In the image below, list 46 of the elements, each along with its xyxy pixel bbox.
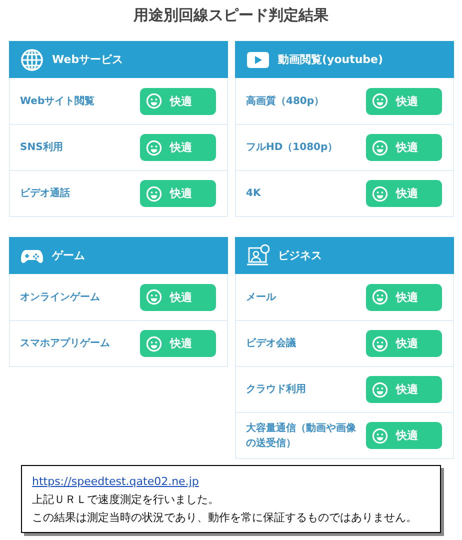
category-title: 動画閲覧(youtube) [278,52,384,67]
result-badge: 快適 [140,330,216,357]
category-title: ゲーム [52,248,85,263]
usage-label: ビデオ会議 [246,336,297,351]
notice-text: 上記ＵＲＬで速度測定を行いました。 [32,492,220,508]
result-badge: 快適 [366,180,442,207]
smiley-icon [372,186,388,202]
result-badge: 快適 [140,134,216,161]
smiley-icon [372,336,388,352]
result-badge: 快適 [366,134,442,161]
result-badge: 快適 [366,376,442,403]
result-badge: 快適 [366,284,442,310]
page-title: 用途別回線スピード判定結果 [132,5,330,26]
usage-label: 4K [246,187,262,201]
smiley-icon [372,382,388,398]
category-title: Webサービス [52,52,124,67]
smiley-icon [146,140,162,156]
result-badge: 快適 [366,422,442,449]
notice-text: この結果は測定当時の状況であり、動作を常に保証するものではありません。 [32,510,418,526]
usage-label: 高画質（480p） [246,94,326,108]
result-badge: 快適 [140,88,216,114]
usage-label: スマホアプリゲーム [20,336,111,351]
smiley-icon [372,289,388,305]
usage-label: SNS利用 [20,140,64,155]
smiley-icon [146,93,162,109]
url-link[interactable]: https://speedtest.qate02.ne.jp [32,475,199,488]
usage-label: ビデオ通話 [20,186,71,201]
usage-label: フルHD（1080p） [246,141,339,155]
globe-icon [20,48,44,72]
smiley-icon [372,428,388,444]
usage-label: クラウド利用 [246,382,307,397]
smiley-icon [372,140,388,156]
result-badge: 快適 [366,330,442,357]
smiley-icon [146,186,162,202]
smiley-icon [372,93,388,109]
usage-label: Webサイト閲覧 [20,94,96,108]
usage-label: 大容量通信（動画や画像の送受信） [246,421,356,450]
usage-label: メール [246,290,278,304]
result-badge: 快適 [366,88,442,114]
result-badge: 快適 [140,180,216,207]
smiley-icon [146,289,162,305]
category-title: ビジネス [278,248,322,263]
result-badge: 快適 [140,284,216,310]
smiley-icon [146,336,162,352]
usage-label: オンラインゲーム [20,290,101,304]
video-call-icon [246,244,270,268]
